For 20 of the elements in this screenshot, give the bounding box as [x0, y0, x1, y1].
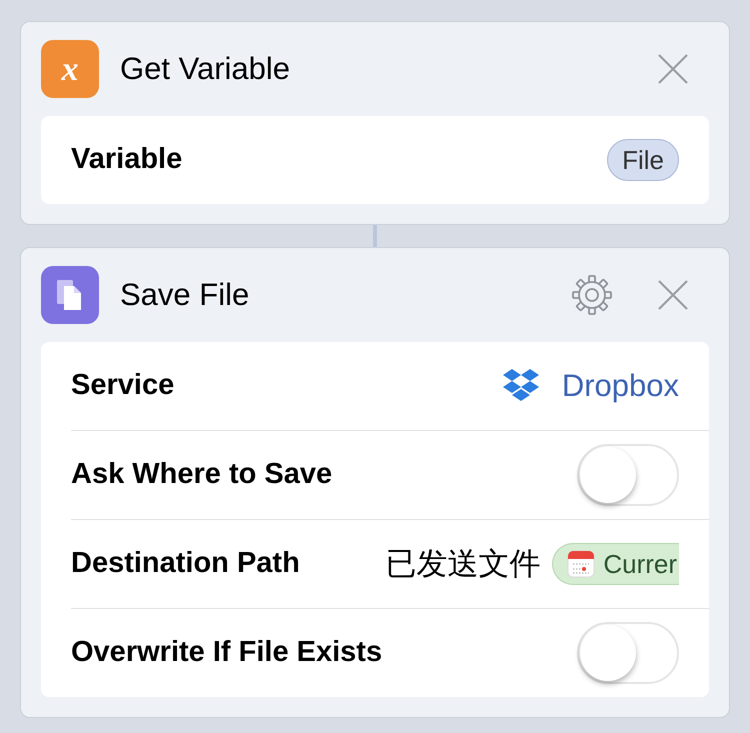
- parameter-label: Ask Where to Save: [71, 457, 332, 492]
- parameter-label: Variable: [71, 142, 182, 178]
- variable-token[interactable]: File: [607, 139, 679, 181]
- close-icon[interactable]: [657, 53, 689, 85]
- toggle-switch[interactable]: [577, 444, 679, 506]
- calendar-icon: [567, 550, 596, 578]
- action-title: Get Variable: [120, 50, 292, 88]
- parameter-label: Destination Path: [71, 546, 300, 582]
- service-value[interactable]: Dropbox: [562, 362, 679, 410]
- documents-icon: [41, 266, 99, 324]
- folder-path[interactable]: 已发送文件: [385, 540, 540, 588]
- variable-token[interactable]: Currer: [552, 543, 679, 585]
- toggle-switch[interactable]: [577, 622, 679, 684]
- dropbox-logo-icon: [502, 368, 540, 404]
- close-icon[interactable]: [657, 279, 689, 311]
- settings-icon[interactable]: [571, 274, 613, 316]
- action-title: Save File: [120, 276, 250, 314]
- variable-icon: x: [41, 40, 99, 98]
- parameter-label: Overwrite If File Exists: [71, 635, 382, 670]
- parameter-label: Service: [71, 368, 174, 404]
